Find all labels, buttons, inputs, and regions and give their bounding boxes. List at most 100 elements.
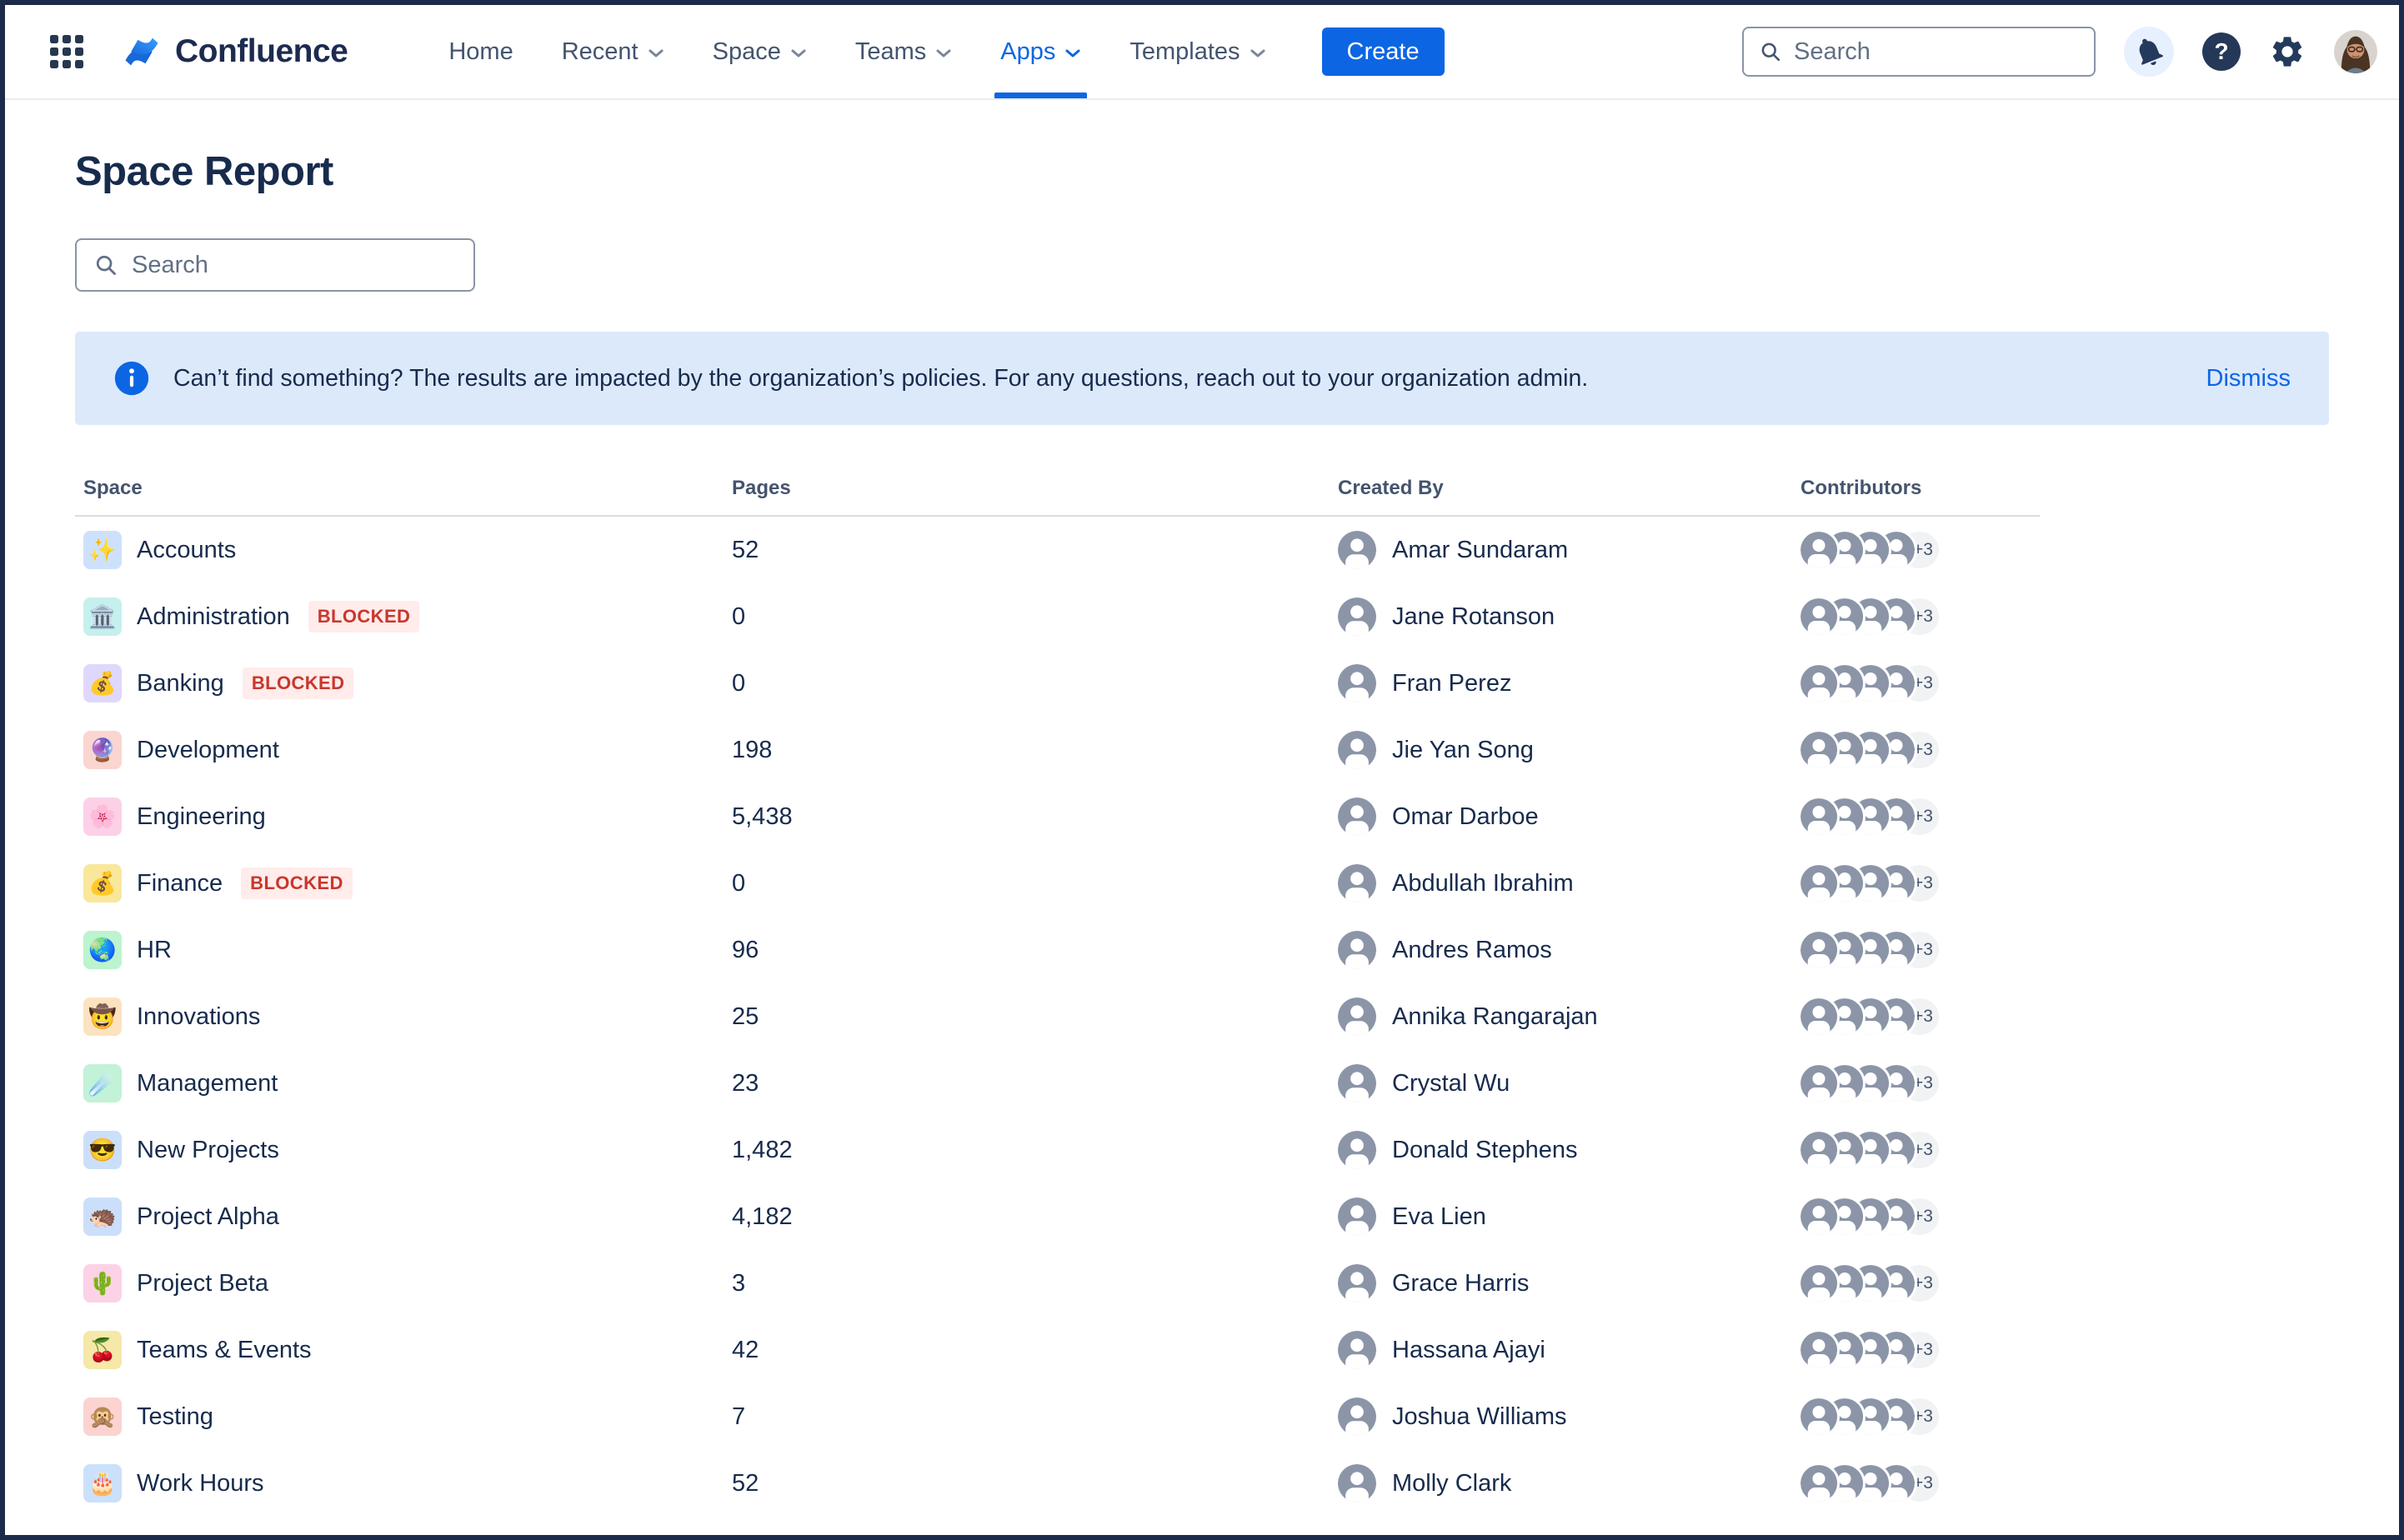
- person-avatar-icon: [1338, 1131, 1376, 1169]
- report-search-input[interactable]: [132, 252, 457, 279]
- nav-menu-item[interactable]: Templates: [1105, 5, 1290, 98]
- contributors-stack[interactable]: +3: [1800, 1198, 2040, 1235]
- created-by-cell: Eva Lien: [1338, 1198, 1800, 1236]
- notifications-button[interactable]: [2124, 27, 2174, 77]
- nav-menu-item[interactable]: Space: [689, 5, 831, 98]
- space-emoji-icon: 🌸: [83, 798, 122, 836]
- pages-count: 1,482: [732, 1137, 1338, 1164]
- table-row: 🌸 Engineering BLOCKED 5,438 Omar Darboe: [75, 783, 2040, 850]
- space-link[interactable]: 🔮 Development BLOCKED: [83, 731, 732, 769]
- column-header-space: Space: [83, 477, 732, 500]
- contributors-stack[interactable]: +3: [1800, 1265, 2040, 1302]
- nav-menu-item[interactable]: Apps: [976, 5, 1105, 98]
- global-search-input[interactable]: [1794, 38, 2079, 66]
- pages-count: 0: [732, 603, 1338, 631]
- contributor-avatar-icon: [1800, 798, 1837, 835]
- space-emoji-icon: 💰: [83, 664, 122, 702]
- contributors-stack[interactable]: +3: [1800, 1465, 2040, 1502]
- person-avatar-icon: [1338, 531, 1376, 569]
- space-name: New Projects: [137, 1137, 279, 1164]
- person-avatar-icon: [1338, 731, 1376, 769]
- person-avatar-icon: [1338, 664, 1376, 702]
- space-link[interactable]: 🎂 Work Hours BLOCKED: [83, 1464, 732, 1502]
- contributors-stack[interactable]: +3: [1800, 865, 2040, 902]
- contributors-stack[interactable]: +3: [1800, 732, 2040, 768]
- space-link[interactable]: 🦔 Project Alpha BLOCKED: [83, 1198, 732, 1236]
- space-name: Project Beta: [137, 1270, 268, 1298]
- chevron-down-icon: [1250, 48, 1266, 58]
- nav-menu-item[interactable]: Recent: [538, 5, 689, 98]
- create-button[interactable]: Create: [1322, 28, 1445, 76]
- space-link[interactable]: 🌸 Engineering BLOCKED: [83, 798, 732, 836]
- created-by-cell: Crystal Wu: [1338, 1064, 1800, 1102]
- space-name: Accounts: [137, 537, 236, 564]
- dismiss-link[interactable]: Dismiss: [2206, 365, 2291, 392]
- info-icon: [113, 360, 150, 397]
- pages-count: 25: [732, 1003, 1338, 1031]
- space-link[interactable]: 🍒 Teams & Events BLOCKED: [83, 1331, 732, 1369]
- pages-count: 23: [732, 1070, 1338, 1098]
- created-by-cell: Grace Harris: [1338, 1264, 1800, 1302]
- contributors-stack[interactable]: +3: [1800, 1398, 2040, 1435]
- space-link[interactable]: 🏛️ Administration BLOCKED: [83, 598, 732, 636]
- contributors-stack[interactable]: +3: [1800, 598, 2040, 635]
- contributors-stack[interactable]: +3: [1800, 798, 2040, 835]
- space-link[interactable]: 🙊 Testing BLOCKED: [83, 1398, 732, 1436]
- pages-count: 96: [732, 937, 1338, 964]
- pages-count: 0: [732, 670, 1338, 698]
- contributors-stack[interactable]: +3: [1800, 532, 2040, 568]
- creator-name: Grace Harris: [1392, 1270, 1529, 1298]
- settings-button[interactable]: [2269, 33, 2306, 70]
- creator-name: Jie Yan Song: [1392, 737, 1534, 764]
- table-row: 🎂 Work Hours BLOCKED 52 Molly Clark: [75, 1450, 2040, 1517]
- contributor-avatar-icon: [1800, 665, 1837, 702]
- global-search[interactable]: [1742, 27, 2096, 77]
- space-emoji-icon: 🌵: [83, 1264, 122, 1302]
- space-link[interactable]: 🌏 HR BLOCKED: [83, 931, 732, 969]
- contributors-stack[interactable]: +3: [1800, 665, 2040, 702]
- space-name: Innovations: [137, 1003, 260, 1031]
- nav-menu-item[interactable]: Home: [424, 5, 537, 98]
- creator-name: Jane Rotanson: [1392, 603, 1555, 631]
- pages-count: 3: [732, 1270, 1338, 1298]
- person-avatar-icon: [1338, 1464, 1376, 1502]
- space-link[interactable]: 🌵 Project Beta BLOCKED: [83, 1264, 732, 1302]
- person-avatar-icon: [1338, 598, 1376, 636]
- contributors-stack[interactable]: +3: [1800, 1065, 2040, 1102]
- created-by-cell: Donald Stephens: [1338, 1131, 1800, 1169]
- creator-name: Abdullah Ibrahim: [1392, 870, 1574, 898]
- space-link[interactable]: 💰 Finance BLOCKED: [83, 864, 732, 902]
- blocked-badge: BLOCKED: [308, 601, 420, 632]
- space-link[interactable]: ☄️ Management BLOCKED: [83, 1064, 732, 1102]
- space-emoji-icon: 🏛️: [83, 598, 122, 636]
- table-row: 🦔 Project Alpha BLOCKED 4,182 Eva Lien: [75, 1183, 2040, 1250]
- space-link[interactable]: 😎 New Projects BLOCKED: [83, 1131, 732, 1169]
- help-button[interactable]: ?: [2202, 32, 2241, 71]
- chevron-down-icon: [648, 48, 664, 58]
- creator-name: Hassana Ajayi: [1392, 1337, 1545, 1364]
- report-search[interactable]: [75, 238, 475, 292]
- table-row: 🌏 HR BLOCKED 96 Andres Ramos: [75, 917, 2040, 983]
- bell-icon: [2127, 30, 2171, 73]
- profile-avatar[interactable]: [2334, 30, 2377, 73]
- contributors-stack[interactable]: +3: [1800, 998, 2040, 1035]
- contributors-stack[interactable]: +3: [1800, 1332, 2040, 1368]
- contributors-stack[interactable]: +3: [1800, 932, 2040, 968]
- confluence-logo[interactable]: Confluence: [120, 32, 348, 72]
- nav-item-label: Apps: [1000, 38, 1055, 66]
- app-switcher-icon[interactable]: [50, 35, 83, 68]
- contributor-avatar-icon: [1800, 1198, 1837, 1235]
- created-by-cell: Abdullah Ibrahim: [1338, 864, 1800, 902]
- contributor-avatar-icon: [1800, 1398, 1837, 1435]
- space-emoji-icon: 😎: [83, 1131, 122, 1169]
- space-link[interactable]: 🤠 Innovations BLOCKED: [83, 998, 732, 1036]
- space-emoji-icon: 🌏: [83, 931, 122, 969]
- app-window: Confluence Home Recent Space: [0, 0, 2404, 1540]
- contributors-stack[interactable]: +3: [1800, 1132, 2040, 1168]
- nav-menu-item[interactable]: Teams: [831, 5, 976, 98]
- created-by-cell: Omar Darboe: [1338, 798, 1800, 836]
- table-row: 🙊 Testing BLOCKED 7 Joshua Williams: [75, 1383, 2040, 1450]
- space-link[interactable]: ✨ Accounts BLOCKED: [83, 531, 732, 569]
- created-by-cell: Molly Clark: [1338, 1464, 1800, 1502]
- space-link[interactable]: 💰 Banking BLOCKED: [83, 664, 732, 702]
